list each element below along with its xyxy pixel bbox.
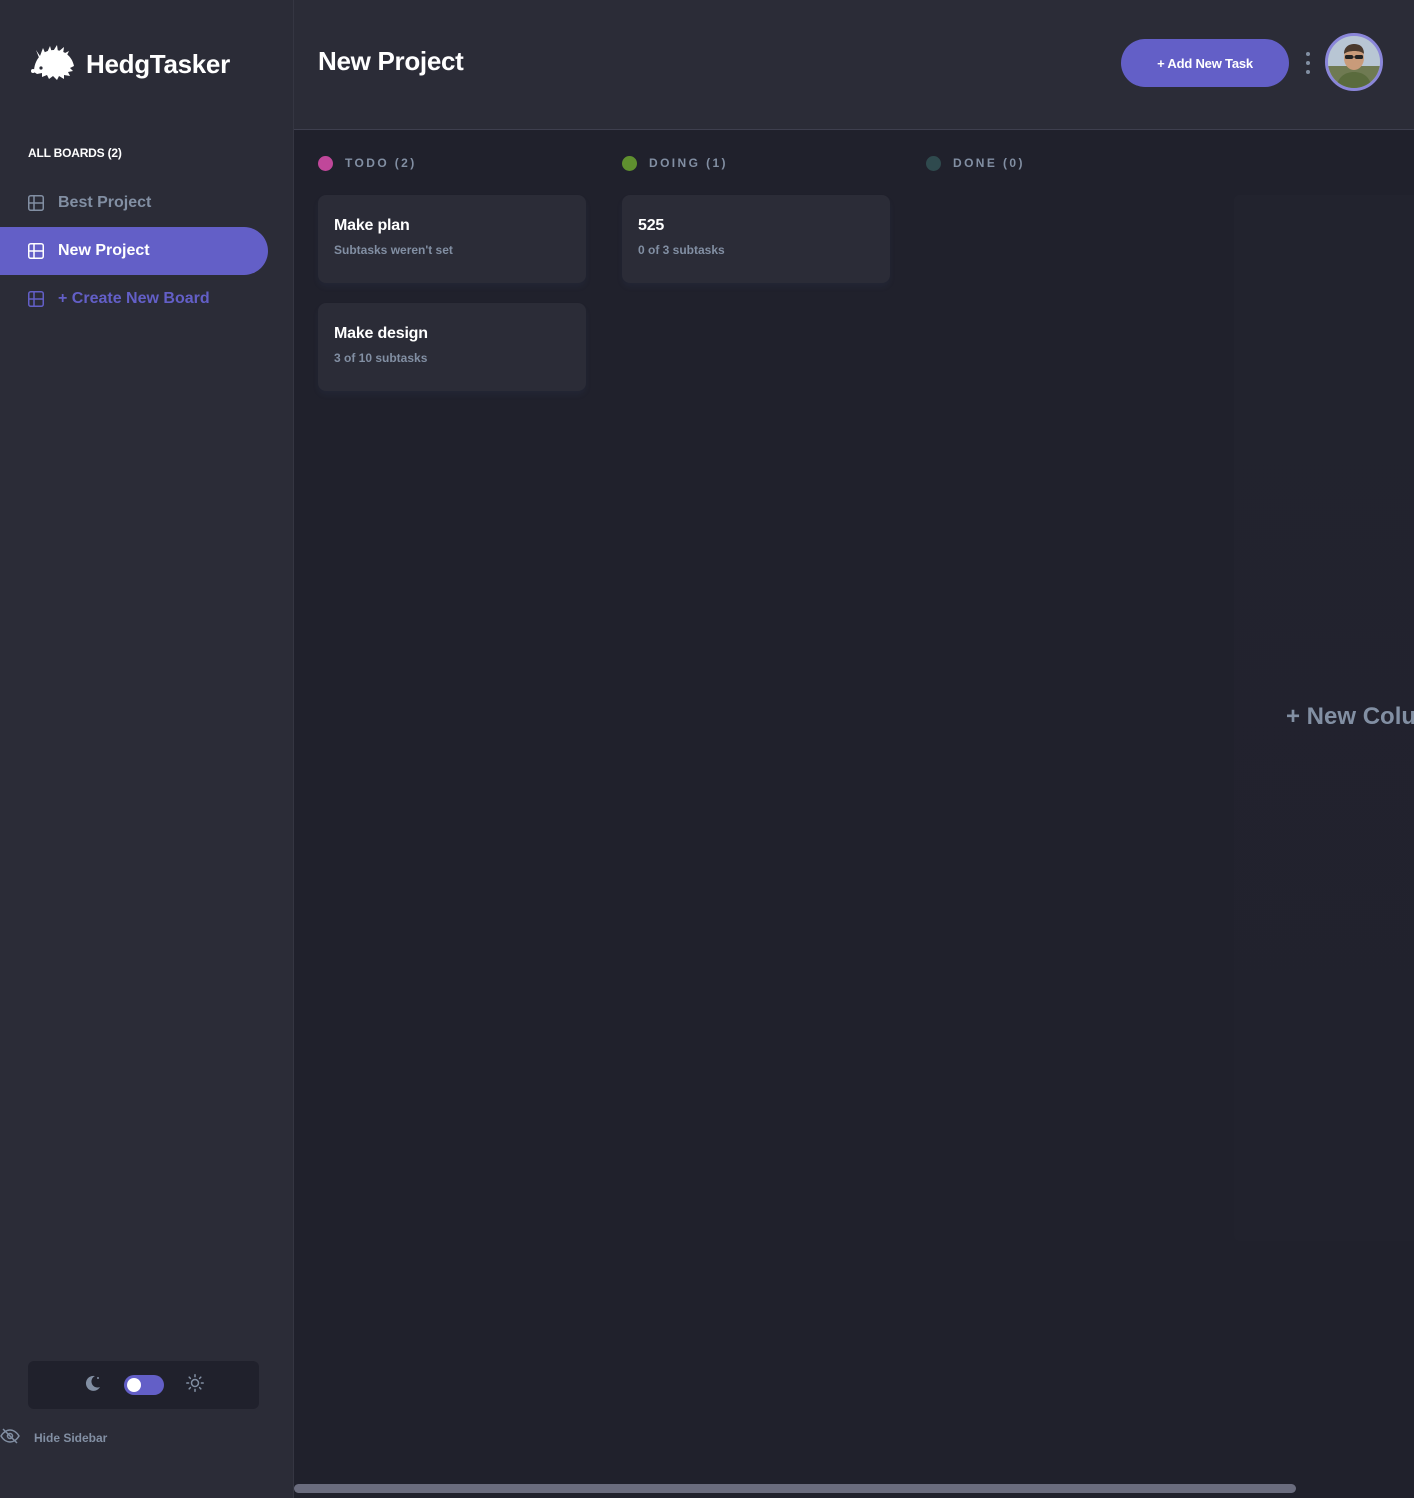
task-card[interactable]: 525 0 of 3 subtasks xyxy=(622,195,890,283)
board: TODO (2) Make plan Subtasks weren't set … xyxy=(294,131,1414,1498)
horizontal-scrollbar[interactable] xyxy=(294,1484,1296,1493)
task-title: Make plan xyxy=(334,217,410,234)
task-title: 525 xyxy=(638,217,665,234)
app-root: HedgTasker ALL BOARDS (2) Best Project N… xyxy=(0,0,1414,1498)
boards-heading: ALL BOARDS (2) xyxy=(28,146,122,160)
new-column-button[interactable]: + New Column xyxy=(1234,195,1414,1241)
column-done: DONE (0) xyxy=(926,155,1194,171)
task-subtasks: 3 of 10 subtasks xyxy=(334,351,428,365)
task-subtasks: 0 of 3 subtasks xyxy=(638,243,725,257)
hedgehog-logo-icon xyxy=(30,42,76,87)
column-color-dot xyxy=(318,155,333,171)
board-options-icon[interactable] xyxy=(1302,50,1314,76)
theme-switch[interactable] xyxy=(123,1375,164,1395)
task-card[interactable]: Make plan Subtasks weren't set xyxy=(318,195,586,283)
page-title: New Project xyxy=(318,46,464,76)
task-subtasks: Subtasks weren't set xyxy=(334,243,453,257)
column-doing: DOING (1) 525 0 of 3 subtasks xyxy=(622,155,890,283)
column-header: DOING (1) xyxy=(622,155,890,171)
sidebar-item-best-project[interactable]: Best Project xyxy=(0,179,268,227)
sidebar-item-label: Best Project xyxy=(58,194,152,211)
sun-icon xyxy=(185,1373,204,1397)
board-icon xyxy=(28,195,44,211)
hide-sidebar-label: Hide Sidebar xyxy=(34,1430,108,1445)
avatar[interactable] xyxy=(1325,33,1383,91)
switch-knob xyxy=(126,1378,141,1392)
logo[interactable]: HedgTasker xyxy=(30,42,230,87)
task-title: Make design xyxy=(334,325,428,342)
column-title: TODO (2) xyxy=(345,156,417,170)
new-column-label: + New Column xyxy=(1286,703,1414,730)
column-header: TODO (2) xyxy=(318,155,586,171)
user-avatar-icon xyxy=(1328,36,1380,88)
create-board-label: + Create New Board xyxy=(58,290,210,307)
column-color-dot xyxy=(926,155,941,171)
board-list: Best Project New Project + Create New Bo… xyxy=(0,179,268,323)
column-todo: TODO (2) Make plan Subtasks weren't set … xyxy=(318,155,586,391)
sidebar-item-new-project[interactable]: New Project xyxy=(0,227,268,275)
task-card[interactable]: Make design 3 of 10 subtasks xyxy=(318,303,586,391)
add-new-task-button[interactable]: + Add New Task xyxy=(1121,39,1289,87)
sidebar-item-label: New Project xyxy=(58,242,150,259)
board-icon xyxy=(28,291,44,307)
column-title: DOING (1) xyxy=(649,156,728,170)
moon-icon xyxy=(84,1374,102,1397)
app-name: HedgTasker xyxy=(86,49,230,79)
card-list: Make plan Subtasks weren't set Make desi… xyxy=(318,195,586,391)
eye-slash-icon xyxy=(0,1428,20,1447)
header: New Project + Add New Task xyxy=(294,0,1414,130)
hide-sidebar-button[interactable]: Hide Sidebar xyxy=(0,1428,107,1447)
card-list: 525 0 of 3 subtasks xyxy=(622,195,890,283)
sidebar: HedgTasker ALL BOARDS (2) Best Project N… xyxy=(0,0,294,1498)
board-icon xyxy=(28,243,44,259)
column-header: DONE (0) xyxy=(926,155,1194,171)
theme-toggle xyxy=(28,1361,259,1409)
column-title: DONE (0) xyxy=(953,156,1025,170)
column-color-dot xyxy=(622,155,637,171)
create-new-board-button[interactable]: + Create New Board xyxy=(0,275,268,323)
